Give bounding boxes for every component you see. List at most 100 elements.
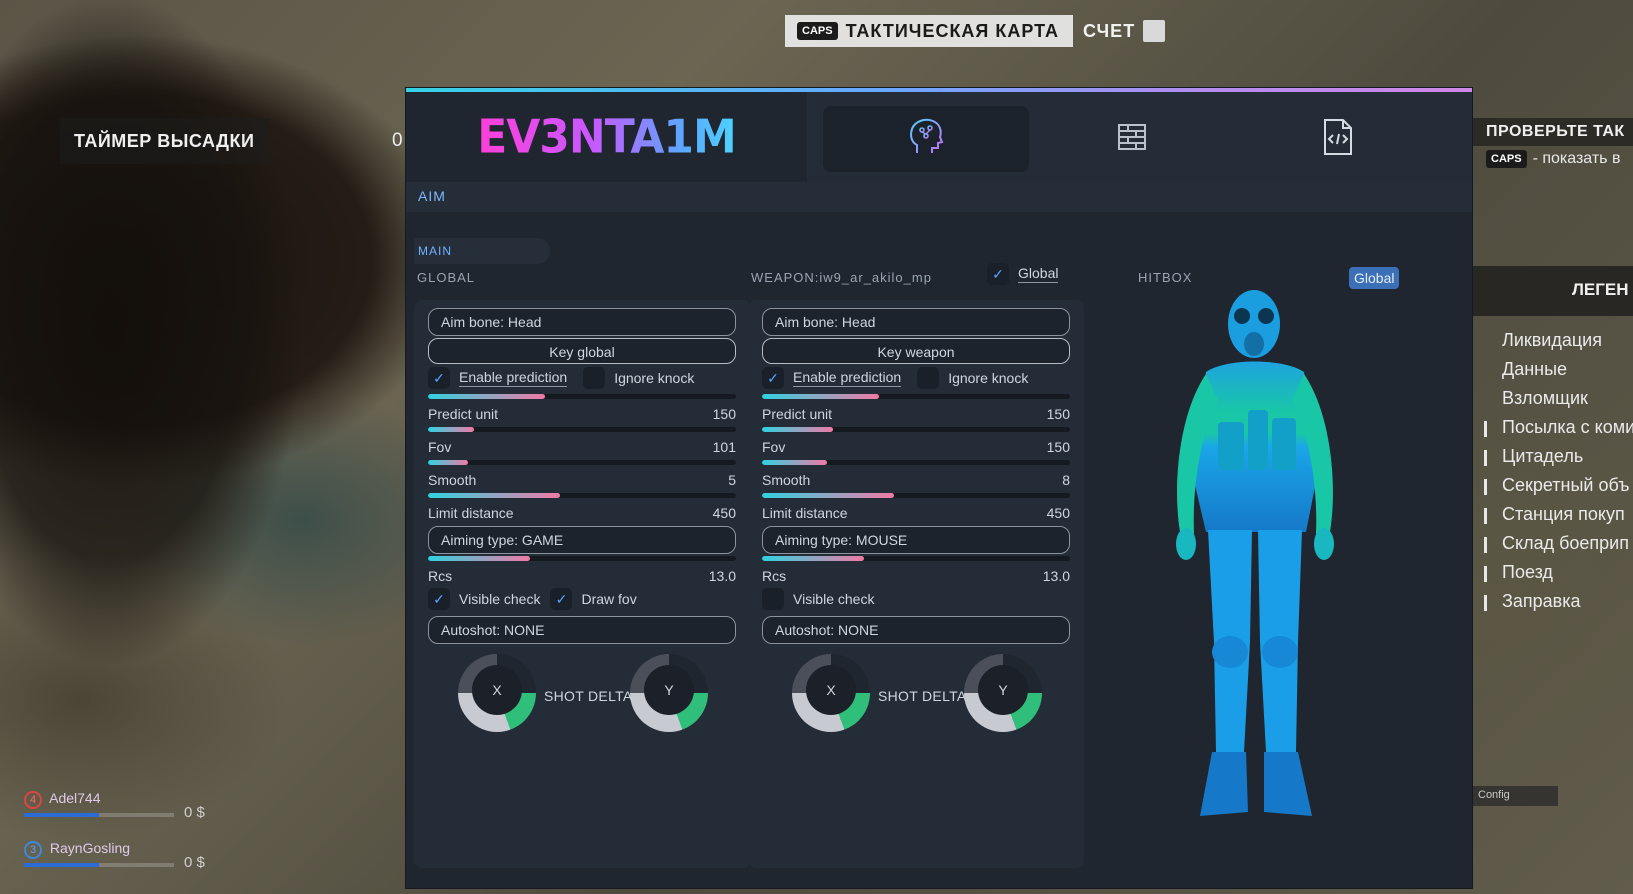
slider-limit-distance[interactable]: Limit distance 450: [762, 493, 1070, 521]
shot-delta-label: SHOT DELTA: [878, 688, 967, 704]
autoshot-select[interactable]: Autoshot: NONE: [428, 616, 736, 644]
right-objective-hint: ПРОВЕРЬТЕ ТАК CAPS - показать в: [1472, 118, 1633, 172]
tab-misc[interactable]: [1029, 106, 1235, 172]
slider-smooth[interactable]: Smooth 8: [762, 460, 1070, 488]
aim-key-bind-button[interactable]: Key weapon: [762, 338, 1070, 364]
shot-delta-controls: X SHOT DELTA Y: [748, 650, 1084, 734]
slider-track[interactable]: [762, 427, 1070, 432]
shot-delta-x-dial[interactable]: X: [458, 654, 536, 732]
score-key-icon: [1143, 20, 1166, 42]
legend-marker-icon: [1484, 566, 1487, 582]
slider-label-row: Limit distance 450: [762, 505, 1070, 521]
objective-hint-text: - показать в: [1532, 150, 1621, 167]
slider-value: 150: [1046, 406, 1070, 422]
global-settings-column: Aim bone: Head Key global ✓ Enable predicti…: [414, 300, 750, 868]
weapon-global-toggle[interactable]: ✓ Global: [987, 263, 1059, 285]
legend-item: Взломщик: [1472, 388, 1633, 417]
slider-track[interactable]: [428, 394, 736, 399]
teammate-money: 0 $: [184, 854, 205, 871]
slider-track[interactable]: [762, 493, 1070, 498]
ignore-knock-checkbox[interactable]: ✓: [917, 367, 940, 389]
slider-limit-distance[interactable]: Limit distance 450: [428, 493, 736, 521]
shot-delta-x-dial[interactable]: X: [792, 654, 870, 732]
tactical-map-hint: CAPS ТАКТИЧЕСКАЯ КАРТА: [785, 15, 1073, 47]
subtab-main[interactable]: MAIN: [414, 238, 550, 264]
visible-check-checkbox[interactable]: ✓: [762, 588, 784, 610]
slider-rcs[interactable]: Rcs 13.0: [762, 556, 1070, 584]
slider-fov[interactable]: Fov 101: [428, 427, 736, 455]
slider-label-row: Fov 101: [428, 439, 736, 455]
caps-key-badge: CAPS: [797, 22, 838, 40]
slider-track[interactable]: [428, 460, 736, 465]
config-chip[interactable]: Config: [1472, 786, 1558, 806]
aiming-type-select[interactable]: Aiming type: MOUSE: [762, 526, 1070, 554]
slider-fov[interactable]: Fov 150: [762, 427, 1070, 455]
map-legend-title: ЛЕГЕН: [1472, 266, 1633, 316]
teammate-number-badge: 4: [24, 791, 42, 809]
objective-title: ПРОВЕРЬТЕ ТАК: [1472, 118, 1633, 146]
aim-bone-select[interactable]: Aim bone: Head: [762, 308, 1070, 336]
slider-value: 450: [712, 505, 736, 521]
tab-aim[interactable]: [823, 106, 1029, 172]
shot-delta-label: SHOT DELTA: [544, 688, 633, 704]
legend-marker-icon: [1484, 595, 1487, 611]
slider-track[interactable]: [428, 493, 736, 498]
teammate-name: Adel744: [49, 790, 101, 806]
objective-hint-row: CAPS - показать в: [1472, 146, 1633, 172]
slider-fill: [428, 460, 469, 465]
legend-item-label: Поезд: [1502, 562, 1553, 582]
aiming-type-select[interactable]: Aiming type: GAME: [428, 526, 736, 554]
shot-delta-y-dial[interactable]: Y: [630, 654, 708, 732]
breadcrumb: AIM: [406, 182, 1472, 212]
visible-check-label: Visible check: [793, 591, 875, 607]
prediction-options-row: ✓ Enable prediction ✓ Ignore knock: [428, 366, 694, 390]
checkmark-icon[interactable]: ✓: [987, 263, 1009, 285]
dial-y-label: Y: [644, 665, 694, 715]
caps-key-badge: CAPS: [1486, 150, 1527, 168]
drop-timer-value: 0: [392, 130, 403, 151]
tactical-map-label: ТАКТИЧЕСКАЯ КАРТА: [845, 20, 1059, 41]
slider-track[interactable]: [762, 556, 1070, 561]
aim-bone-select[interactable]: Aim bone: Head: [428, 308, 736, 336]
draw-fov-checkbox[interactable]: ✓: [550, 588, 573, 610]
slider-value: 13.0: [708, 568, 736, 584]
slider-label: Fov: [762, 439, 786, 455]
score-label: СЧЕТ: [1082, 20, 1136, 41]
slider-label-row: Rcs 13.0: [428, 568, 736, 584]
slider-label-row: Smooth 5: [428, 472, 736, 488]
tab-config[interactable]: [1235, 106, 1441, 172]
shot-delta-y-dial[interactable]: Y: [964, 654, 1042, 732]
legend-marker-icon: [1484, 450, 1487, 466]
teammate-health-bar: [24, 863, 174, 867]
visible-check-checkbox[interactable]: ✓: [428, 588, 450, 610]
aim-key-bind-button[interactable]: Key global: [428, 338, 736, 364]
main-tabs: [807, 92, 1472, 182]
slider-smooth[interactable]: Smooth 5: [428, 460, 736, 488]
slider-label: Smooth: [428, 472, 477, 488]
weapon-global-label: Global: [1018, 265, 1059, 283]
slider-label: Rcs: [428, 568, 453, 584]
slider-predict-unit[interactable]: Predict unit 150: [762, 394, 1070, 422]
teammate-health-bar: [24, 813, 174, 817]
brain-head-icon: [907, 117, 945, 162]
aim-menu-panel: EV3NTA1M AIM MAIN GLOBAL WEAPON:iw9_ar_a…: [406, 88, 1472, 888]
slider-track[interactable]: [762, 460, 1070, 465]
slider-rcs[interactable]: Rcs 13.0: [428, 556, 736, 584]
slider-fill: [762, 493, 895, 498]
enable-prediction-checkbox[interactable]: ✓: [428, 367, 450, 389]
draw-fov-label: Draw fov: [581, 591, 637, 607]
slider-predict-unit[interactable]: Predict unit 150: [428, 394, 736, 422]
autoshot-select[interactable]: Autoshot: NONE: [762, 616, 1070, 644]
legend-marker-icon: [1484, 537, 1487, 553]
hitbox-character-model[interactable]: [1136, 282, 1376, 832]
enable-prediction-checkbox[interactable]: ✓: [762, 367, 784, 389]
legend-marker-icon: [1484, 479, 1487, 495]
slider-value: 8: [1062, 472, 1070, 488]
slider-track[interactable]: [762, 394, 1070, 399]
drop-timer: ТАЙМЕР ВЫСАДКИ: [60, 118, 270, 164]
slider-track[interactable]: [428, 556, 736, 561]
ignore-knock-checkbox[interactable]: ✓: [583, 367, 606, 389]
brand-logo: EV3NTA1M: [477, 110, 737, 164]
slider-label: Smooth: [762, 472, 811, 488]
slider-track[interactable]: [428, 427, 736, 432]
